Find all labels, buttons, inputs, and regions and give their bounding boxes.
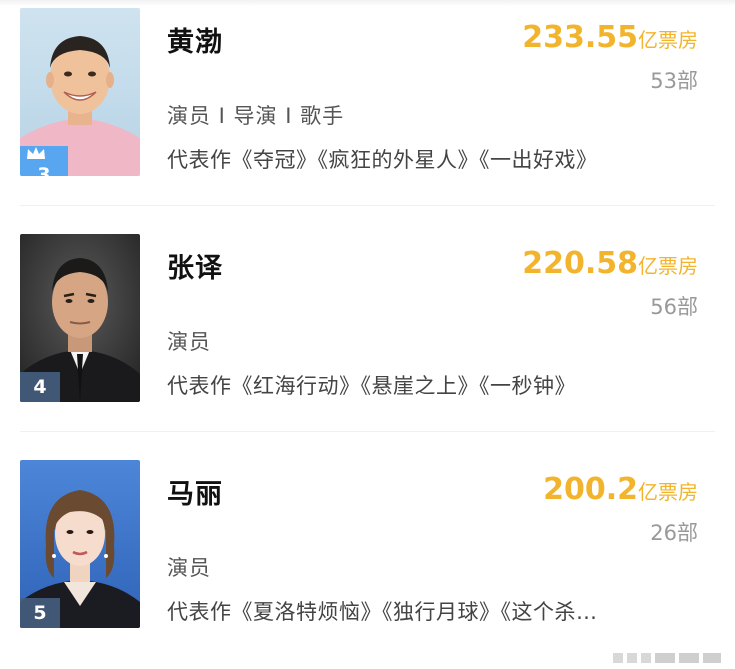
list-item[interactable]: 5 马丽 200.2亿票房 26部 演员 代表作《夏洛特烦恼》《独行月球》《这个… bbox=[0, 452, 735, 642]
representative-works: 代表作《夺冠》《疯狂的外星人》《一出好戏》 bbox=[167, 148, 598, 172]
avatar[interactable]: 4 bbox=[20, 234, 140, 402]
boxoffice: 233.55亿票房 bbox=[522, 20, 698, 55]
actor-name[interactable]: 张译 bbox=[167, 246, 223, 285]
divider bbox=[20, 205, 715, 206]
representative-works: 代表作《夏洛特烦恼》《独行月球》《这个杀… bbox=[167, 600, 598, 624]
boxoffice-unit: 亿票房 bbox=[638, 480, 698, 504]
film-count: 26部 bbox=[650, 521, 698, 545]
representative-works: 代表作《红海行动》《悬崖之上》《一秒钟》 bbox=[167, 374, 576, 398]
avatar[interactable]: 5 bbox=[20, 460, 140, 628]
watermark-icon bbox=[613, 653, 721, 663]
actor-roles: 演员 bbox=[167, 330, 211, 354]
list-item[interactable]: 3 黄渤 233.55亿票房 53部 演员 I 导演 I 歌手 代表作《夺冠》《… bbox=[0, 0, 735, 190]
film-count: 56部 bbox=[650, 295, 698, 319]
list-item[interactable]: 4 张译 220.58亿票房 56部 演员 代表作《红海行动》《悬崖之上》《一秒… bbox=[0, 226, 735, 416]
divider bbox=[20, 431, 715, 432]
rank-badge: 4 bbox=[20, 372, 60, 402]
actor-roles: 演员 bbox=[167, 556, 211, 580]
rank-number: 3 bbox=[37, 164, 51, 176]
actor-name[interactable]: 黄渤 bbox=[167, 20, 223, 59]
boxoffice: 220.58亿票房 bbox=[522, 246, 698, 281]
boxoffice: 200.2亿票房 bbox=[543, 472, 698, 507]
rank-number: 4 bbox=[33, 376, 47, 398]
actor-name[interactable]: 马丽 bbox=[167, 472, 223, 511]
boxoffice-unit: 亿票房 bbox=[638, 28, 698, 52]
boxoffice-value: 220.58 bbox=[522, 246, 638, 281]
film-count: 53部 bbox=[650, 69, 698, 93]
avatar[interactable]: 3 bbox=[20, 8, 140, 176]
rank-badge: 3 bbox=[20, 146, 68, 176]
boxoffice-value: 200.2 bbox=[543, 472, 638, 507]
rank-number: 5 bbox=[33, 602, 47, 624]
boxoffice-unit: 亿票房 bbox=[638, 254, 698, 278]
actor-roles: 演员 I 导演 I 歌手 bbox=[167, 104, 345, 128]
rank-badge: 5 bbox=[20, 598, 60, 628]
crown-icon bbox=[27, 147, 45, 159]
boxoffice-value: 233.55 bbox=[522, 20, 638, 55]
